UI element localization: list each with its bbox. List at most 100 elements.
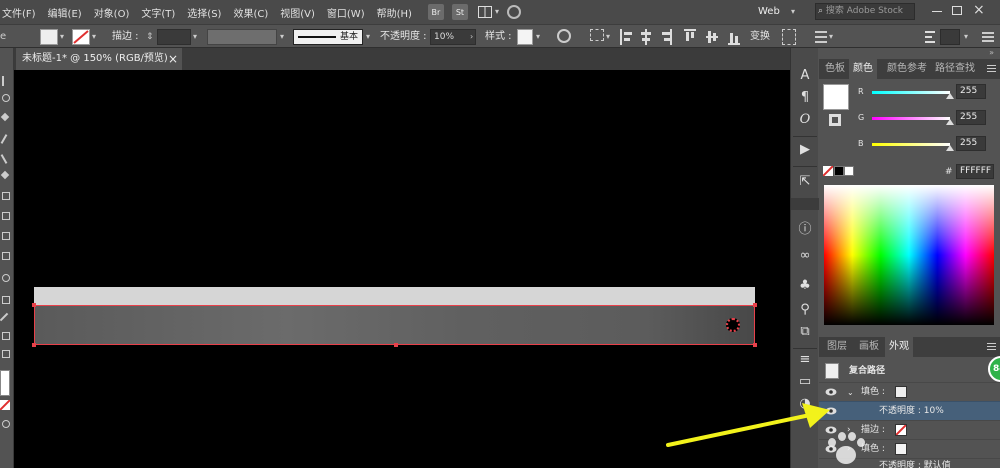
chevron-down-icon[interactable]: ▾ — [964, 29, 968, 45]
tab-color-guide[interactable]: 颜色参考 — [883, 59, 931, 79]
menu-help[interactable]: 帮助(H) — [371, 5, 418, 20]
fill-row[interactable]: ⌄ 填色 : — [819, 382, 1000, 401]
anchor-point[interactable] — [32, 303, 36, 307]
reference-point-icon[interactable] — [590, 29, 604, 41]
artboards-panel-icon[interactable]: ⧉ — [795, 322, 815, 342]
stroke-weight-input[interactable] — [157, 29, 191, 45]
transform-button[interactable]: 变换 — [750, 29, 770, 45]
export-panel-icon[interactable]: ⇱ — [795, 172, 815, 192]
anchor-point[interactable] — [753, 343, 757, 347]
character-panel-icon[interactable]: A — [795, 66, 815, 86]
asset-export-icon[interactable]: ⚲ — [795, 300, 815, 320]
eyedropper-tool-icon[interactable] — [0, 312, 9, 322]
links-panel-icon[interactable]: ∞ — [795, 246, 815, 266]
actions-panel-icon[interactable]: ▶ — [795, 140, 815, 160]
menu-select[interactable]: 选择(S) — [181, 5, 227, 20]
align-bottom-icon[interactable] — [728, 29, 740, 45]
fill-swatch[interactable] — [40, 29, 58, 45]
stock-icon[interactable]: St — [451, 4, 468, 20]
chevron-down-icon[interactable]: ▾ — [193, 29, 197, 45]
tab-swatches[interactable]: 色板 — [821, 59, 849, 79]
tab-layers[interactable]: 图层 — [823, 337, 851, 357]
fill-color-box[interactable] — [0, 370, 10, 396]
fill-swatch[interactable] — [895, 386, 907, 398]
gradient-panel-icon[interactable]: ▭ — [795, 372, 815, 392]
close-icon[interactable]: × — [973, 2, 985, 18]
stroke-swatch[interactable] — [895, 424, 907, 436]
minimize-icon[interactable] — [932, 11, 942, 12]
gpu-performance-icon[interactable] — [506, 5, 521, 19]
b-value-input[interactable]: 255 — [956, 136, 986, 151]
chevron-down-icon[interactable]: ▾ — [829, 29, 833, 45]
opacity-row-selected[interactable]: 不透明度 : 10% — [819, 401, 1000, 420]
fill-preview-swatch[interactable] — [823, 84, 849, 110]
close-icon[interactable]: × — [168, 48, 178, 70]
color-spectrum[interactable] — [824, 185, 994, 325]
opentype-panel-icon[interactable]: O — [795, 110, 815, 130]
menu-file[interactable]: 文件(F) — [0, 5, 42, 20]
stroke-panel-icon[interactable]: ≡ — [795, 350, 815, 370]
width-tool-icon[interactable] — [2, 232, 10, 240]
anchor-point[interactable] — [394, 343, 398, 347]
menu-effect[interactable]: 效果(C) — [227, 5, 274, 20]
paragraph-panel-icon[interactable]: ¶ — [795, 88, 815, 108]
bridge-icon[interactable]: Br — [427, 4, 444, 20]
shape-tool-icon[interactable] — [2, 252, 10, 260]
fill-swatch[interactable] — [895, 443, 907, 455]
collapse-arrows-icon[interactable]: » — [989, 48, 994, 57]
menu-object[interactable]: 对象(O) — [88, 5, 136, 20]
chevron-down-icon[interactable]: ▾ — [366, 29, 370, 45]
menu-window[interactable]: 窗口(W) — [321, 5, 371, 20]
hex-value-input[interactable]: FFFFFF — [956, 164, 994, 179]
chevron-down-icon[interactable]: ▾ — [280, 29, 284, 45]
tab-artboards[interactable]: 画板 — [855, 337, 883, 357]
chevron-down-icon[interactable]: ▾ — [495, 4, 499, 20]
stroke-preview-swatch[interactable] — [829, 114, 841, 126]
tab-appearance[interactable]: 外观 — [885, 337, 913, 357]
stock-search[interactable]: ⌕ 搜索 Adobe Stock — [815, 3, 915, 20]
panel-menu-icon[interactable] — [982, 29, 994, 45]
align-top-icon[interactable] — [684, 29, 696, 45]
blend-tool-icon[interactable] — [2, 332, 10, 340]
ellipse-tool-icon[interactable] — [2, 274, 10, 282]
stroke-color-box[interactable] — [0, 399, 11, 411]
g-slider[interactable] — [872, 117, 950, 120]
menu-view[interactable]: 视图(V) — [274, 5, 321, 20]
chevron-down-icon[interactable]: ▾ — [60, 29, 64, 45]
hand-tool-icon[interactable] — [2, 350, 10, 358]
lasso-tool-icon[interactable] — [2, 94, 10, 102]
black-swatch[interactable] — [834, 166, 844, 176]
tab-pathfinder[interactable]: 路径查找 — [931, 59, 979, 79]
distribute-icon[interactable] — [925, 29, 935, 45]
white-swatch[interactable] — [844, 166, 854, 176]
menu-edit[interactable]: 编辑(E) — [42, 5, 88, 20]
panel-menu-icon[interactable] — [987, 343, 996, 351]
align-to-selection-icon[interactable] — [940, 29, 960, 45]
b-slider[interactable] — [872, 143, 950, 146]
none-color-swatch[interactable] — [822, 165, 834, 177]
chevron-down-icon[interactable]: ▾ — [606, 29, 610, 45]
pen-tool-icon[interactable] — [0, 112, 10, 122]
align-left-icon[interactable] — [620, 29, 632, 45]
chevron-down-icon[interactable]: ⌄ — [847, 383, 854, 402]
center-point-marker[interactable] — [726, 318, 740, 332]
pencil-tool-icon[interactable] — [0, 134, 8, 144]
panel-menu-icon[interactable] — [987, 65, 996, 73]
maximize-icon[interactable] — [952, 6, 962, 15]
info-panel-icon[interactable]: ⓘ — [795, 220, 815, 240]
r-slider-knob[interactable] — [946, 93, 954, 99]
arrange-documents-icon[interactable] — [477, 6, 492, 18]
workspace-switcher[interactable]: Web ▾ — [758, 3, 808, 21]
document-tab[interactable]: 未标题-1* @ 150% (RGB/预览) × — [16, 48, 182, 70]
align-center-icon[interactable] — [640, 29, 652, 45]
gradient-tool-icon[interactable] — [2, 296, 10, 304]
stroke-swatch[interactable] — [72, 29, 90, 45]
rotate-tool-icon[interactable] — [2, 192, 10, 200]
arrange-icon[interactable] — [815, 29, 827, 45]
anchor-point[interactable] — [753, 303, 757, 307]
light-gray-bar[interactable] — [34, 287, 755, 305]
menu-type[interactable]: 文字(T) — [135, 5, 181, 20]
brush-definition[interactable]: 基本 — [293, 29, 363, 45]
brush-tool-icon[interactable] — [0, 154, 8, 164]
chevron-down-icon[interactable]: ▾ — [92, 29, 96, 45]
